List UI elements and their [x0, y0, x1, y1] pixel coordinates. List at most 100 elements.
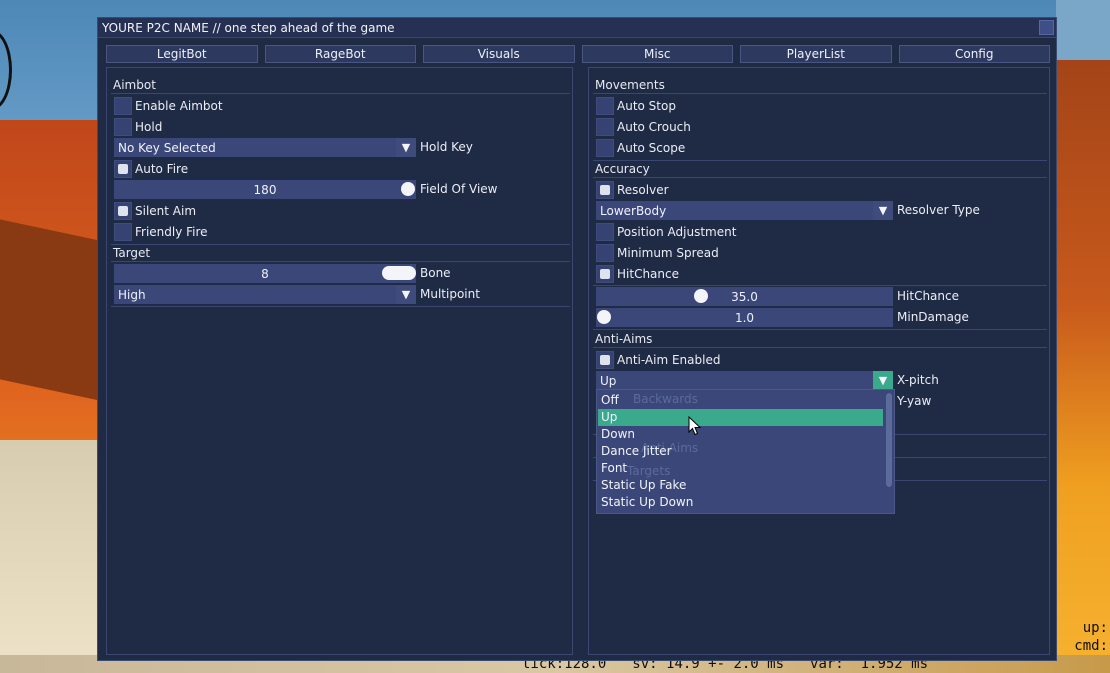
- tab-misc[interactable]: Misc: [581, 45, 733, 63]
- scrollbar-thumb[interactable]: [886, 393, 892, 487]
- movements-header: Movements: [595, 78, 665, 92]
- tab-legitbot[interactable]: LegitBot: [106, 45, 258, 63]
- title-bar[interactable]: YOURE P2C NAME // one step ahead of the …: [98, 18, 1056, 38]
- hold-row[interactable]: Hold: [114, 117, 162, 136]
- chevron-down-icon[interactable]: ▼: [873, 201, 893, 220]
- chevron-down-icon[interactable]: ▼: [396, 138, 416, 157]
- slider-handle[interactable]: [597, 310, 611, 324]
- mindamage-label: MinDamage: [897, 310, 969, 324]
- floor-left: [0, 440, 100, 673]
- resolver-label: Resolver: [617, 182, 669, 197]
- divider: [111, 93, 570, 94]
- dropdown-option-static-up-down[interactable]: Static Up Down: [598, 494, 883, 511]
- hold-key-combo[interactable]: No Key Selected ▼: [114, 138, 416, 157]
- antiaim-enabled-label: Anti-Aim Enabled: [617, 352, 721, 367]
- bone-slider[interactable]: 8: [114, 264, 416, 283]
- fov-slider[interactable]: 180: [114, 180, 416, 199]
- hold-key-value: No Key Selected: [118, 140, 216, 155]
- auto-crouch-label: Auto Crouch: [617, 119, 691, 134]
- position-adjustment-label: Position Adjustment: [617, 224, 737, 239]
- minimum-spread-row[interactable]: Minimum Spread: [596, 243, 719, 262]
- hitchance-row[interactable]: HitChance: [596, 264, 679, 283]
- hitchance-checkbox[interactable]: [596, 264, 614, 283]
- divider: [593, 347, 1047, 348]
- slider-handle[interactable]: [401, 182, 415, 196]
- window-title: YOURE P2C NAME // one step ahead of the …: [102, 20, 395, 35]
- xpitch-label: X-pitch: [897, 373, 939, 387]
- auto-stop-label: Auto Stop: [617, 98, 676, 113]
- tab-playerlist[interactable]: PlayerList: [740, 45, 892, 63]
- menu-window: YOURE P2C NAME // one step ahead of the …: [97, 17, 1057, 661]
- divider: [593, 177, 1047, 178]
- multipoint-label: Multipoint: [420, 287, 480, 301]
- enable-aimbot-checkbox[interactable]: [114, 96, 132, 115]
- silent-aim-checkbox[interactable]: [114, 201, 132, 220]
- resolver-row[interactable]: Resolver: [596, 180, 669, 199]
- friendly-fire-checkbox[interactable]: [114, 222, 132, 241]
- close-button[interactable]: [1039, 20, 1054, 35]
- dropdown-option-up[interactable]: Up: [598, 409, 883, 426]
- divider: [593, 160, 1047, 161]
- xpitch-combo[interactable]: Up ▼: [596, 371, 893, 390]
- auto-scope-row[interactable]: Auto Scope: [596, 138, 685, 157]
- yyaw-label: Y-yaw: [897, 394, 932, 408]
- antiaim-enabled-row[interactable]: Anti-Aim Enabled: [596, 350, 720, 369]
- dropdown-option-off[interactable]: Off: [598, 392, 883, 409]
- resolver-checkbox[interactable]: [596, 180, 614, 199]
- chevron-down-icon[interactable]: ▼: [873, 371, 893, 390]
- left-panel: Aimbot Enable Aimbot Hold No Key Selecte…: [106, 67, 573, 655]
- minimum-spread-checkbox[interactable]: [596, 243, 614, 262]
- tab-ragebot[interactable]: RageBot: [264, 45, 416, 63]
- accuracy-header: Accuracy: [595, 162, 650, 176]
- auto-scope-checkbox[interactable]: [596, 138, 614, 157]
- dropdown-option-font[interactable]: Font: [598, 460, 883, 477]
- enable-aimbot-label: Enable Aimbot: [135, 98, 223, 113]
- bone-label: Bone: [420, 266, 451, 280]
- auto-stop-row[interactable]: Auto Stop: [596, 96, 676, 115]
- divider: [593, 329, 1047, 330]
- antiaim-enabled-checkbox[interactable]: [596, 350, 614, 369]
- divider: [111, 306, 570, 307]
- resolver-type-combo[interactable]: LowerBody ▼: [596, 201, 893, 220]
- resolver-type-value: LowerBody: [600, 203, 667, 218]
- position-adjustment-checkbox[interactable]: [596, 222, 614, 241]
- friendly-fire-row[interactable]: Friendly Fire: [114, 222, 208, 241]
- check-mark-icon: [600, 354, 610, 365]
- auto-fire-label: Auto Fire: [135, 161, 189, 176]
- slider-handle[interactable]: [694, 289, 708, 303]
- fov-label: Field Of View: [420, 182, 498, 196]
- bone-value: 8: [261, 266, 269, 281]
- right-panel: Movements Auto Stop Auto Crouch Auto Sco…: [588, 67, 1050, 655]
- check-mark-icon: [600, 268, 610, 279]
- mindamage-slider[interactable]: 1.0: [596, 308, 893, 327]
- hitchance-slider-label: HitChance: [897, 289, 959, 303]
- auto-fire-checkbox[interactable]: [114, 159, 132, 178]
- chevron-down-icon[interactable]: ▼: [396, 285, 416, 304]
- aimbot-header: Aimbot: [113, 78, 156, 92]
- minimum-spread-label: Minimum Spread: [617, 245, 719, 260]
- multipoint-combo[interactable]: High ▼: [114, 285, 416, 304]
- position-adjustment-row[interactable]: Position Adjustment: [596, 222, 736, 241]
- multipoint-value: High: [118, 287, 146, 302]
- check-mark-icon: [118, 163, 128, 174]
- dropdown-option-static-up-fake[interactable]: Static Up Fake: [598, 477, 883, 494]
- tab-config[interactable]: Config: [898, 45, 1050, 63]
- auto-stop-checkbox[interactable]: [596, 96, 614, 115]
- xpitch-dropdown-list: Backwards Anti Aims Targets Off Up Down …: [596, 389, 895, 514]
- hold-checkbox[interactable]: [114, 117, 132, 136]
- dropdown-option-down[interactable]: Down: [598, 426, 883, 443]
- dropdown-option-dance-jitter[interactable]: Dance Jitter: [598, 443, 883, 460]
- check-mark-icon: [118, 205, 128, 216]
- auto-fire-row[interactable]: Auto Fire: [114, 159, 188, 178]
- slider-handle[interactable]: [382, 266, 416, 280]
- check-mark-icon: [600, 184, 610, 195]
- auto-crouch-row[interactable]: Auto Crouch: [596, 117, 691, 136]
- silent-aim-row[interactable]: Silent Aim: [114, 201, 196, 220]
- tab-visuals[interactable]: Visuals: [423, 45, 575, 63]
- auto-crouch-checkbox[interactable]: [596, 117, 614, 136]
- xpitch-value: Up: [600, 373, 617, 388]
- hitchance-slider[interactable]: 35.0: [596, 287, 893, 306]
- enable-aimbot-row[interactable]: Enable Aimbot: [114, 96, 223, 115]
- mindamage-value: 1.0: [734, 310, 755, 325]
- divider: [593, 285, 1047, 286]
